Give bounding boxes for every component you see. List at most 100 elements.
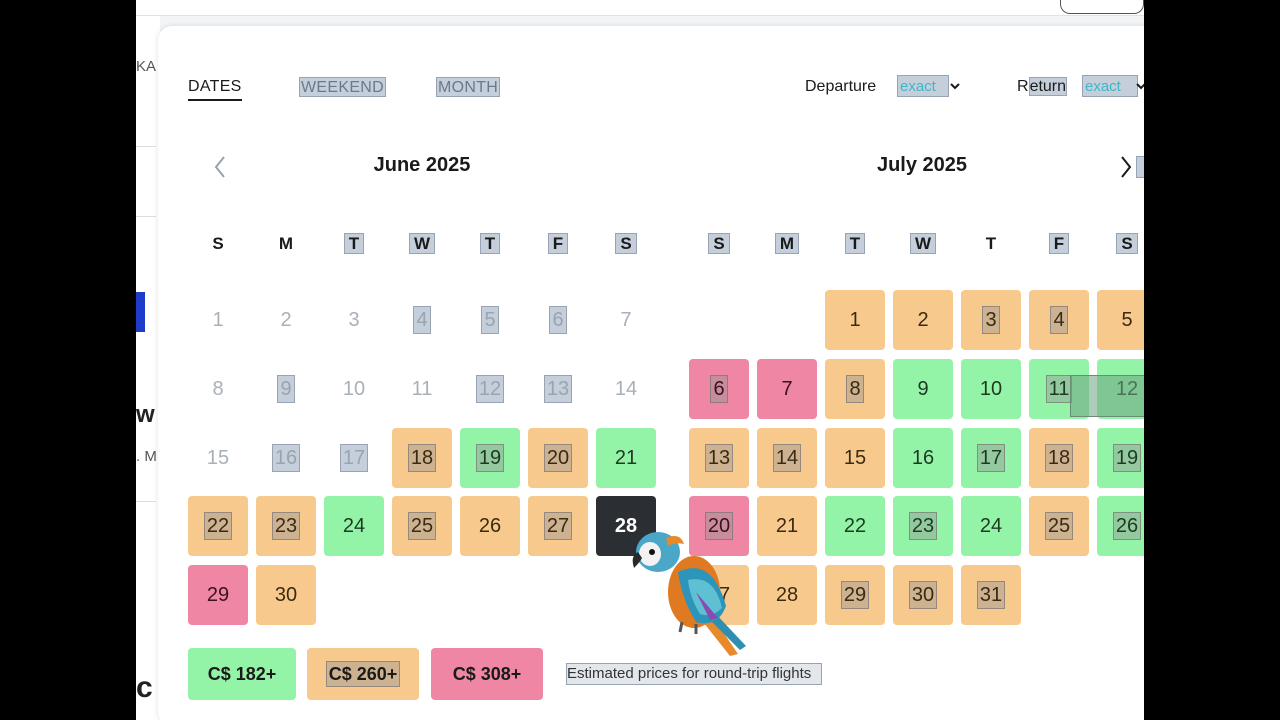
month-title-june: June 2025 <box>373 154 471 176</box>
calendar-day-june-5: 5 <box>460 290 520 350</box>
calendar-day-july-7[interactable]: 7 <box>757 359 817 419</box>
calendar-day-june-17: 17 <box>324 428 384 488</box>
calendar-day-july-16[interactable]: 16 <box>893 428 953 488</box>
weekday-header: M <box>256 234 316 254</box>
calendar-day-july-17[interactable]: 17 <box>961 428 1021 488</box>
calendar-day-june-15: 15 <box>188 428 248 488</box>
calendar-day-july-3[interactable]: 3 <box>961 290 1021 350</box>
calendar-day-june-22[interactable]: 22 <box>188 496 248 556</box>
day-number: 15 <box>843 447 867 469</box>
weekday-label: S <box>1116 233 1138 254</box>
day-number: 18 <box>1044 444 1074 472</box>
calendar-day-july-10[interactable]: 10 <box>961 359 1021 419</box>
calendar-day-july-9[interactable]: 9 <box>893 359 953 419</box>
weekday-label: F <box>1048 233 1070 254</box>
day-number: 2 <box>917 309 929 331</box>
calendar-day-june-7: 7 <box>596 290 656 350</box>
departure-label: Departure <box>805 78 877 95</box>
day-number: 16 <box>271 444 301 472</box>
weekday-header: T <box>825 233 885 254</box>
day-number: 10 <box>979 378 1003 400</box>
day-number: 30 <box>908 581 938 609</box>
weekday-label: T <box>844 233 866 254</box>
calendar-day-july-21[interactable]: 21 <box>757 496 817 556</box>
legend-note: Estimated prices for round-trip flights <box>566 663 823 685</box>
day-number: 14 <box>614 378 638 400</box>
calendar-day-june-19[interactable]: 19 <box>460 428 520 488</box>
legend-high-price: C$ 308+ <box>431 648 543 700</box>
calendar-day-july-6[interactable]: 6 <box>689 359 749 419</box>
parrot-mascot-icon <box>632 532 746 656</box>
calendar-day-july-30[interactable]: 30 <box>893 565 953 625</box>
calendar-day-june-29[interactable]: 29 <box>188 565 248 625</box>
calendar-day-june-26[interactable]: 26 <box>460 496 520 556</box>
calendar-day-july-13[interactable]: 13 <box>689 428 749 488</box>
calendar-day-june-27[interactable]: 27 <box>528 496 588 556</box>
calendar-day-july-14[interactable]: 14 <box>757 428 817 488</box>
calendar-day-june-9: 9 <box>256 359 316 419</box>
calendar-day-july-22[interactable]: 22 <box>825 496 885 556</box>
weekday-label: W <box>909 233 937 254</box>
calendar-day-july-25[interactable]: 25 <box>1029 496 1089 556</box>
divider <box>136 501 156 502</box>
day-number: 31 <box>976 581 1006 609</box>
calendar-day-june-24[interactable]: 24 <box>324 496 384 556</box>
calendar-day-june-21[interactable]: 21 <box>596 428 656 488</box>
weekday-label: M <box>774 233 800 254</box>
calendar-day-july-18[interactable]: 18 <box>1029 428 1089 488</box>
calendar-day-july-28[interactable]: 28 <box>757 565 817 625</box>
legend-low-price: C$ 182+ <box>188 648 296 700</box>
day-number: 6 <box>710 375 728 403</box>
calendar-day-july-15[interactable]: 15 <box>825 428 885 488</box>
day-number: 29 <box>206 584 230 606</box>
calendar-day-july-29[interactable]: 29 <box>825 565 885 625</box>
day-number: 30 <box>274 584 298 606</box>
day-number: 5 <box>481 306 499 334</box>
day-number: 4 <box>413 306 431 334</box>
weekday-header: F <box>1029 233 1089 254</box>
day-number: 25 <box>407 512 437 540</box>
weekday-header: T <box>460 233 520 254</box>
day-number: 13 <box>704 444 734 472</box>
day-number: 28 <box>775 584 799 606</box>
return-flex-dropdown[interactable]: exact <box>1082 75 1138 97</box>
tab-weekend[interactable]: WEEKEND <box>299 77 386 97</box>
calendar-day-june-4: 4 <box>392 290 452 350</box>
calendar-day-july-2[interactable]: 2 <box>893 290 953 350</box>
calendar-day-july-1[interactable]: 1 <box>825 290 885 350</box>
calendar-day-june-12: 12 <box>460 359 520 419</box>
calendar-day-june-30[interactable]: 30 <box>256 565 316 625</box>
day-number: 21 <box>614 447 638 469</box>
day-number: 14 <box>772 444 802 472</box>
day-number: 22 <box>843 515 867 537</box>
calendar-day-june-13: 13 <box>528 359 588 419</box>
next-month-button[interactable] <box>1114 154 1138 180</box>
day-number: 13 <box>543 375 573 403</box>
calendar-day-july-24[interactable]: 24 <box>961 496 1021 556</box>
weekday-header: S <box>596 233 656 254</box>
weekday-header: S <box>689 233 749 254</box>
day-number: 25 <box>1044 512 1074 540</box>
day-number: 7 <box>620 309 632 331</box>
calendar-day-june-23[interactable]: 23 <box>256 496 316 556</box>
calendar-day-july-8[interactable]: 8 <box>825 359 885 419</box>
calendar-day-july-31[interactable]: 31 <box>961 565 1021 625</box>
calendar-day-june-25[interactable]: 25 <box>392 496 452 556</box>
calendar-day-july-4[interactable]: 4 <box>1029 290 1089 350</box>
calendar-day-june-20[interactable]: 20 <box>528 428 588 488</box>
day-number: 17 <box>339 444 369 472</box>
chevron-down-icon[interactable] <box>948 79 962 93</box>
calendar-day-july-23[interactable]: 23 <box>893 496 953 556</box>
calendar-day-june-18[interactable]: 18 <box>392 428 452 488</box>
weekday-label: S <box>615 233 637 254</box>
background-text-fragment: KA <box>136 58 157 75</box>
selection-overlay <box>1070 375 1150 417</box>
day-number: 27 <box>543 512 573 540</box>
letterbox-right <box>1144 0 1280 720</box>
tab-month[interactable]: MONTH <box>436 77 501 97</box>
day-number: 23 <box>271 512 301 540</box>
previous-month-button[interactable] <box>208 154 232 180</box>
day-number: 11 <box>1045 375 1073 403</box>
departure-flex-dropdown[interactable]: exact <box>897 75 949 97</box>
tab-dates[interactable]: DATES <box>188 77 242 101</box>
